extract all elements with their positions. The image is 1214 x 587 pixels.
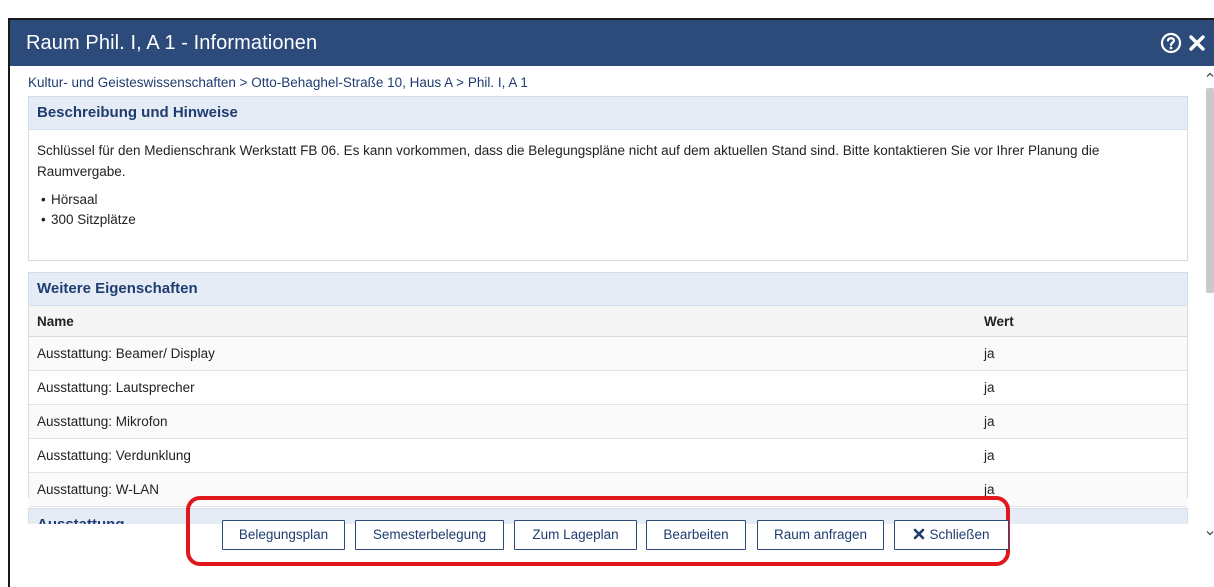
schliessen-label: Schließen xyxy=(929,527,990,542)
dialog-titlebar: Raum Phil. I, A 1 - Informationen xyxy=(10,20,1214,66)
property-name: Ausstattung: Verdunklung xyxy=(29,438,976,473)
dialog-content: Beschreibung und Hinweise Schlüssel für … xyxy=(10,94,1214,524)
scroll-up-icon[interactable] xyxy=(1205,70,1214,80)
list-item: Hörsaal xyxy=(41,190,1187,210)
description-text: Schlüssel für den Medienschrank Werkstat… xyxy=(37,143,1100,179)
list-item: 300 Sitzplätze xyxy=(41,210,1187,230)
table-header-row: Name Wert xyxy=(29,306,1187,337)
property-value: ja xyxy=(976,336,1187,371)
property-value: ja xyxy=(976,370,1187,405)
column-header-wert: Wert xyxy=(976,306,1187,337)
breadcrumb-item-building[interactable]: Otto-Behaghel-Straße 10, Haus A xyxy=(251,75,452,90)
property-value: ja xyxy=(976,404,1187,439)
column-header-name: Name xyxy=(29,306,976,337)
help-icon[interactable] xyxy=(1160,32,1182,54)
schliessen-button[interactable]: Schließen xyxy=(894,520,1009,550)
properties-heading: Weitere Eigenschaften xyxy=(29,273,1187,306)
breadcrumb: Kultur- und Geisteswissenschaften > Otto… xyxy=(28,75,528,90)
property-name: Ausstattung: Mikrofon xyxy=(29,404,976,439)
table-row: Ausstattung: Verdunklung ja xyxy=(29,438,1187,473)
lageplan-button[interactable]: Zum Lageplan xyxy=(514,520,637,550)
properties-panel: Weitere Eigenschaften Name Wert Ausstatt… xyxy=(28,272,1188,507)
belegungsplan-button[interactable]: Belegungsplan xyxy=(222,520,345,550)
semesterbelegung-button[interactable]: Semesterbelegung xyxy=(355,520,504,550)
close-icon[interactable] xyxy=(1187,33,1207,53)
properties-table: Name Wert Ausstattung: Beamer/ Display j… xyxy=(29,306,1187,507)
bearbeiten-button[interactable]: Bearbeiten xyxy=(646,520,746,550)
description-panel: Beschreibung und Hinweise Schlüssel für … xyxy=(28,96,1188,261)
property-name: Ausstattung: Beamer/ Display xyxy=(29,336,976,371)
property-name: Ausstattung: Lautsprecher xyxy=(29,370,976,405)
breadcrumb-separator: > xyxy=(456,75,465,90)
dialog-title: Raum Phil. I, A 1 - Informationen xyxy=(26,32,318,54)
table-row: Ausstattung: Beamer/ Display ja xyxy=(29,336,1187,371)
raum-anfragen-button[interactable]: Raum anfragen xyxy=(757,520,884,550)
breadcrumb-item-room: Phil. I, A 1 xyxy=(467,75,528,90)
breadcrumb-separator: > xyxy=(239,75,248,90)
table-row: Ausstattung: Lautsprecher ja xyxy=(29,370,1187,405)
scrollbar-thumb[interactable] xyxy=(1206,88,1214,293)
close-icon xyxy=(914,528,925,540)
description-list: Hörsaal 300 Sitzplätze xyxy=(29,190,1187,230)
property-value: ja xyxy=(976,438,1187,473)
scroll-down-icon[interactable] xyxy=(1205,528,1214,538)
breadcrumb-item-faculty[interactable]: Kultur- und Geisteswissenschaften xyxy=(28,75,236,90)
vertical-scrollbar[interactable] xyxy=(1204,70,1214,540)
table-row: Ausstattung: Mikrofon ja xyxy=(29,404,1187,439)
description-heading: Beschreibung und Hinweise xyxy=(29,97,1187,130)
